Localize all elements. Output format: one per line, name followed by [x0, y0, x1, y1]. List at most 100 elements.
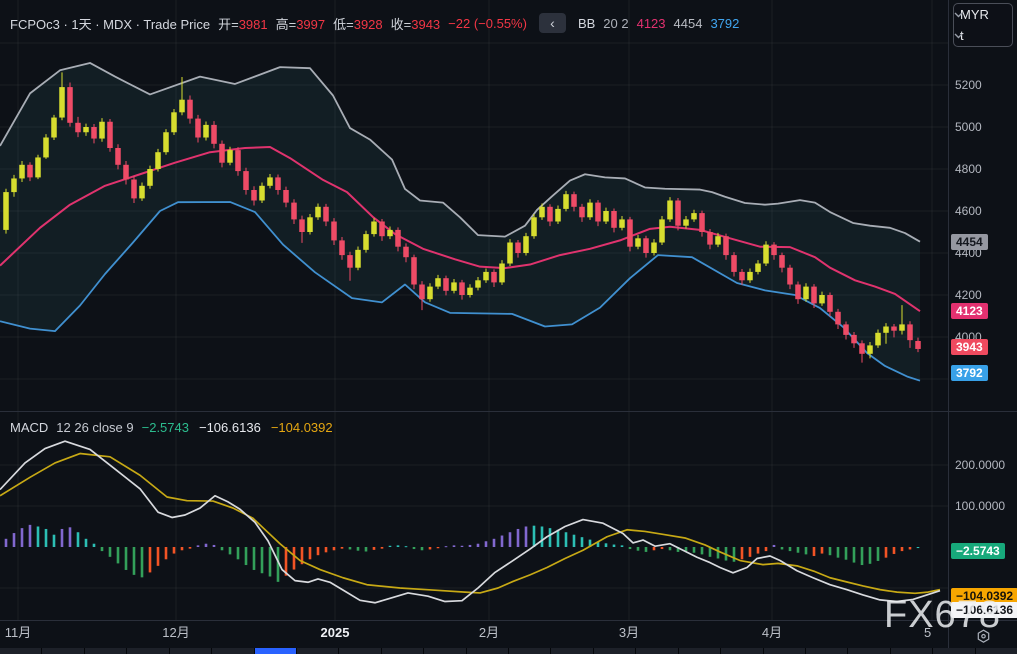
scrollbar-segment[interactable] — [42, 648, 83, 654]
scrollbar-segment[interactable] — [933, 648, 974, 654]
candle-body — [731, 255, 737, 272]
histogram-bar — [917, 547, 920, 548]
histogram-bar — [173, 547, 176, 554]
candle-body — [187, 100, 193, 119]
currency-value: MYR — [960, 7, 989, 22]
histogram-bar — [557, 530, 560, 547]
gear-icon[interactable] — [975, 628, 992, 645]
candle-body — [443, 278, 449, 291]
scrollbar-segment[interactable] — [764, 648, 805, 654]
scrollbar-segment[interactable] — [679, 648, 720, 654]
candle-body — [419, 285, 425, 300]
scrollbar-segment[interactable] — [891, 648, 932, 654]
macd-legend: MACD 12 26 close 9 −2.5743−106.6136−104.… — [10, 420, 333, 435]
macd-pane-canvas[interactable] — [0, 412, 948, 620]
histogram-bar — [309, 547, 312, 559]
histogram-bar — [773, 545, 776, 547]
candle-body — [35, 157, 41, 177]
histogram-bar — [821, 547, 824, 554]
histogram-bar — [461, 546, 464, 547]
axis-tick: 5000 — [955, 120, 982, 134]
candle-body — [227, 150, 233, 163]
scrollbar-segment[interactable] — [976, 648, 1017, 654]
candle-body — [243, 171, 249, 190]
candle-body — [403, 247, 409, 258]
bb-indicator-name[interactable]: BB — [578, 16, 595, 31]
scrollbar-segment[interactable] — [127, 648, 168, 654]
macd-values: −2.5743−106.6136−104.0392 — [142, 420, 333, 435]
candle-body — [539, 207, 545, 218]
scrollbar-segment[interactable] — [848, 648, 889, 654]
currency-dropdown[interactable]: MYR — [954, 4, 1012, 25]
scrollbar-segment[interactable] — [636, 648, 677, 654]
histogram-bar — [229, 547, 232, 554]
candle-body — [163, 132, 169, 152]
price-pane-canvas[interactable] — [0, 0, 948, 411]
scrollbar-segment[interactable] — [509, 648, 550, 654]
scrollbar-segment[interactable] — [170, 648, 211, 654]
price-legend: FCPOc3 · 1天 · MDX · Trade Price 开=3981高=… — [10, 13, 739, 33]
pane-divider[interactable] — [0, 411, 1017, 412]
histogram-bar — [205, 544, 208, 547]
scrollbar-segment[interactable] — [721, 648, 762, 654]
histogram-bar — [165, 547, 168, 559]
scrollbar-segment[interactable] — [551, 648, 592, 654]
histogram-bar — [749, 547, 752, 557]
histogram-bar — [485, 541, 488, 547]
scrollbar-segment[interactable] — [382, 648, 423, 654]
histogram-bar — [149, 547, 152, 572]
histogram-bar — [109, 547, 112, 557]
axis-tick: 5200 — [955, 78, 982, 92]
candle-body — [299, 219, 305, 232]
scrollbar-segment[interactable] — [339, 648, 380, 654]
histogram-bar — [21, 528, 24, 547]
candle-body — [251, 190, 257, 201]
candle-body — [595, 203, 601, 222]
candle-body — [67, 87, 73, 123]
trading-chart-app: FCPOc3 · 1天 · MDX · Trade Price 开=3981高=… — [0, 0, 1017, 654]
candle-body — [43, 138, 49, 158]
histogram-bar — [717, 547, 720, 558]
scrollbar-segment[interactable] — [297, 648, 338, 654]
candle-body — [619, 219, 625, 227]
candle-body — [491, 272, 497, 283]
scrollbar-segment[interactable] — [467, 648, 508, 654]
scrollbar-segment[interactable] — [0, 648, 41, 654]
scrollbar-segment[interactable] — [212, 648, 253, 654]
axis-tick: 200.0000 — [955, 458, 1005, 472]
candle-body — [811, 287, 817, 304]
price-scale-axis[interactable]: MYR t 5200500048004600440042004000200.00… — [948, 0, 1017, 654]
histogram-bar — [845, 547, 848, 560]
candle-body — [147, 169, 153, 186]
unit-dropdown[interactable]: t — [954, 25, 1012, 46]
scrollbar-handle[interactable] — [255, 648, 296, 654]
histogram-bar — [397, 545, 400, 547]
candle-body — [307, 217, 313, 232]
scrollbar-segment[interactable] — [806, 648, 847, 654]
bb-values: 412344543792 — [637, 16, 740, 31]
histogram-bar — [605, 543, 608, 547]
candle-body — [891, 327, 897, 331]
histogram-bar — [349, 547, 352, 549]
horizontal-scrollbar[interactable] — [0, 648, 1017, 654]
histogram-bar — [445, 546, 448, 547]
histogram-bar — [69, 527, 72, 547]
histogram-bar — [877, 547, 880, 561]
scrollbar-segment[interactable] — [85, 648, 126, 654]
histogram-bar — [613, 545, 616, 547]
candle-body — [387, 230, 393, 236]
scrollbar-segment[interactable] — [424, 648, 465, 654]
bb-fill — [0, 63, 920, 381]
bb-indicator-params: 20 2 — [603, 16, 628, 31]
symbol-title[interactable]: FCPOc3 · 1天 · MDX · Trade Price — [10, 14, 210, 33]
candle-body — [83, 127, 89, 132]
candle-body — [763, 245, 769, 264]
scrollbar-segment[interactable] — [594, 648, 635, 654]
time-axis[interactable]: 11月12月20252月3月4月5月 — [0, 620, 948, 647]
collapse-legend-button[interactable]: ‹ — [539, 13, 566, 33]
candle-body — [371, 222, 377, 235]
candle-body — [427, 287, 433, 300]
macd-indicator-name[interactable]: MACD — [10, 420, 48, 435]
histogram-bar — [869, 547, 872, 564]
candle-body — [315, 207, 321, 218]
